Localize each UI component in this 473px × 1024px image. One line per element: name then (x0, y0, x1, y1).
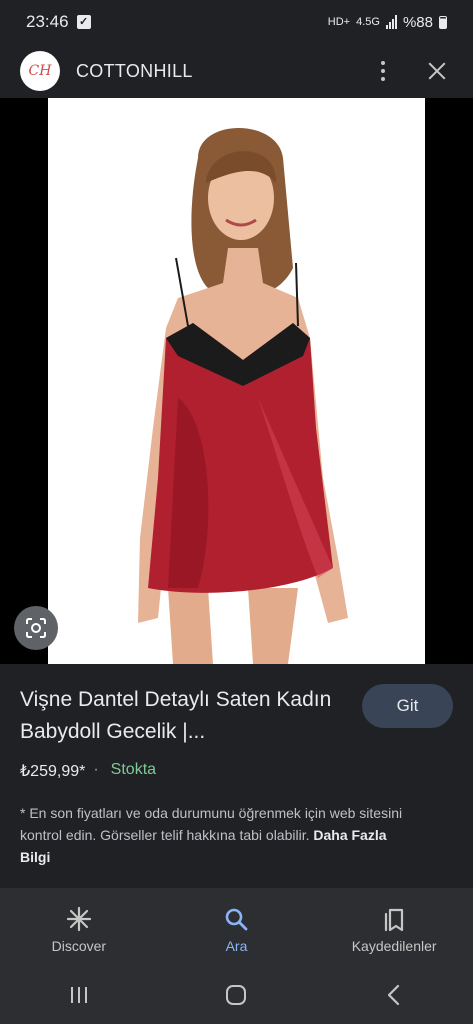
product-photo (48, 98, 425, 664)
status-time: 23:46 (26, 12, 69, 31)
hd-voice-icon: HD+ (327, 16, 351, 28)
separator-dot: · (93, 761, 99, 778)
close-icon[interactable] (425, 59, 449, 83)
battery-icon (439, 15, 447, 29)
product-price: ₺259,99* (20, 763, 86, 780)
more-options-icon[interactable] (371, 56, 395, 86)
signal-icon (385, 15, 397, 29)
nav-discover[interactable]: Discover (4, 906, 154, 954)
product-image[interactable] (48, 98, 425, 664)
bottom-navigation: Discover Ara Kaydedilenler (0, 894, 473, 966)
lens-icon (26, 618, 46, 638)
battery-percent: %88 (402, 13, 433, 31)
google-lens-button[interactable] (14, 606, 58, 650)
nav-label-saved: Kaydedilenler (351, 938, 437, 954)
back-icon[interactable] (382, 984, 406, 1006)
disclaimer-note: * En son fiyatları ve oda durumunu öğren… (20, 802, 420, 868)
price-row: ₺259,99* · Stokta (20, 761, 156, 781)
nav-label-search: Ara (225, 938, 248, 954)
logo-text: CH (28, 63, 52, 79)
site-name: COTTONHILL (76, 60, 193, 81)
image-viewer (0, 98, 473, 664)
asterisk-icon (66, 906, 91, 932)
app-bar: CH COTTONHILL (0, 44, 473, 98)
bookmarks-icon (385, 908, 404, 932)
nav-saved[interactable]: Kaydedilenler (319, 906, 469, 954)
nav-search[interactable]: Ara (161, 906, 311, 954)
stock-status: Stokta (110, 761, 157, 778)
search-icon (226, 908, 248, 931)
go-to-site-button[interactable]: Git (362, 684, 453, 728)
status-bar: 23:46 ✓ HD+ 4.5G %88 (0, 0, 473, 44)
recent-apps-icon[interactable] (67, 984, 91, 1006)
home-icon[interactable] (224, 984, 248, 1006)
nav-label-discover: Discover (51, 938, 107, 954)
site-logo[interactable]: CH (20, 51, 60, 91)
product-title[interactable]: Vişne Dantel Detaylı Saten Kadın Babydol… (20, 684, 340, 748)
system-navigation-bar (0, 966, 473, 1024)
notification-check-icon: ✓ (76, 15, 91, 29)
network-type: 4.5G (356, 16, 380, 28)
